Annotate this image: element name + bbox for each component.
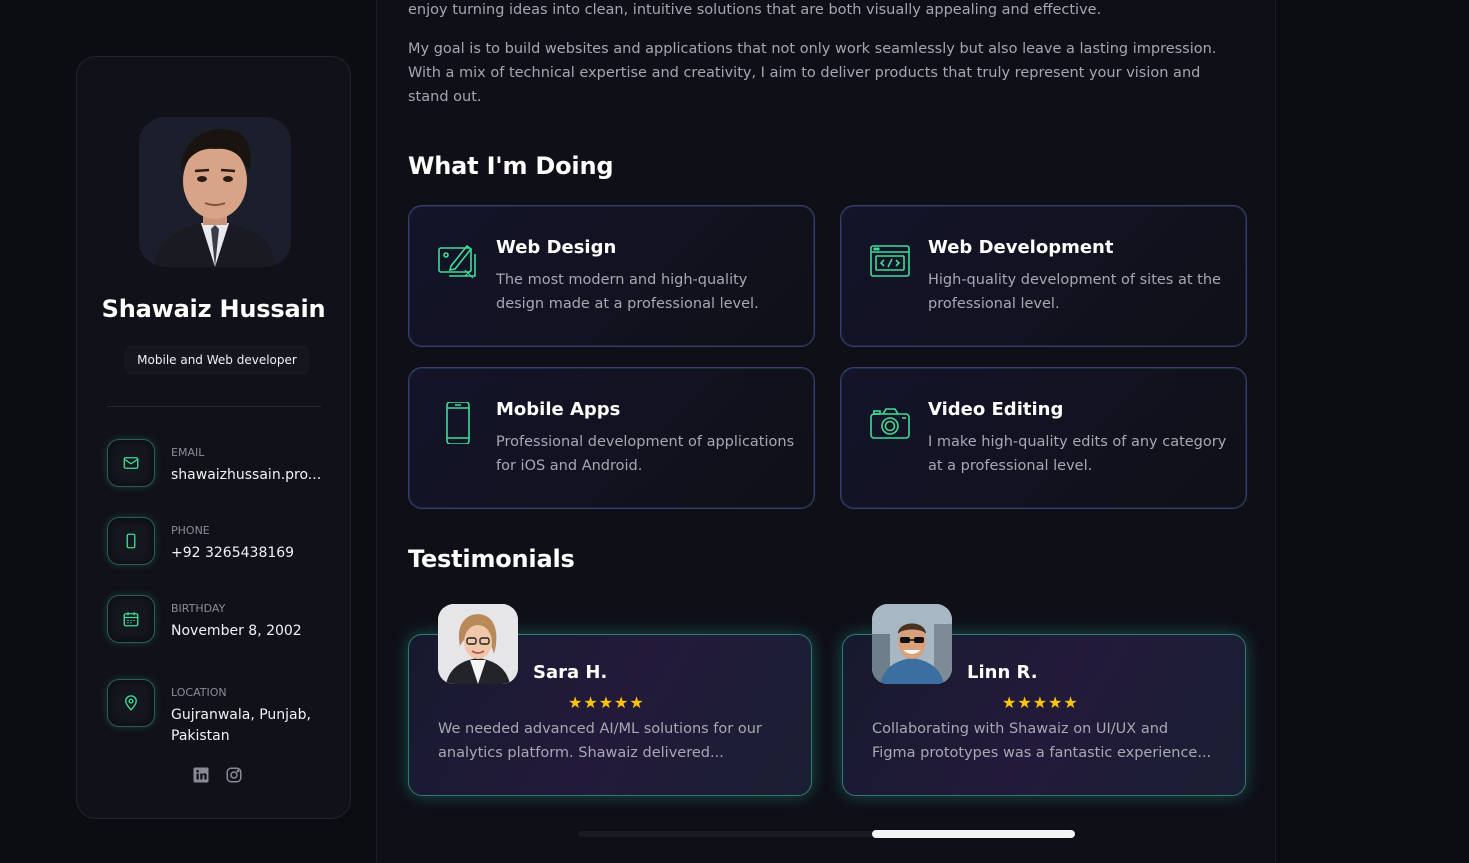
calendar-icon <box>107 595 155 643</box>
social-links <box>192 766 243 788</box>
linkedin-icon[interactable] <box>192 766 210 788</box>
testimonial-name: Sara H. <box>533 662 608 683</box>
profile-name: Shawaiz Hussain <box>101 295 326 323</box>
email-link[interactable]: shawaizhussain.pro... <box>171 465 331 486</box>
testimonial-scrollbar-thumb[interactable] <box>872 830 1075 838</box>
contact-label: LOCATION <box>171 686 227 699</box>
phone-icon <box>107 517 155 565</box>
avatar-portrait <box>139 117 291 267</box>
services-title: What I'm Doing <box>408 152 614 180</box>
testimonial-text: Collaborating with Shawaiz on UI/UX and … <box>872 717 1222 765</box>
mail-icon <box>107 439 155 487</box>
contact-label: EMAIL <box>171 446 205 459</box>
testimonial-avatar <box>872 604 952 684</box>
birthday-value: November 8, 2002 <box>171 623 302 639</box>
code-icon <box>870 245 910 277</box>
service-title: Video Editing <box>928 399 1064 420</box>
sidebar-divider <box>107 406 321 407</box>
star-rating-icon: ★★★★★ <box>568 693 645 712</box>
phone-link[interactable]: +92 3265438169 <box>171 543 331 564</box>
service-description: The most modern and high-quality design … <box>496 272 759 312</box>
service-description: High-quality development of sites at the… <box>928 272 1221 312</box>
testimonial-text-line: Figma prototypes was a fantastic experie… <box>872 745 1212 761</box>
design-icon <box>438 244 476 279</box>
testimonial-scrollbar-track[interactable] <box>578 831 874 837</box>
profile-role-badge: Mobile and Web developer <box>124 345 310 375</box>
testimonials-title: Testimonials <box>408 545 575 573</box>
service-description: I make high-quality edits of any categor… <box>928 434 1227 474</box>
service-description: Professional development of applications… <box>496 434 795 474</box>
location-value: Gujranwala, Punjab, Pakistan <box>171 707 311 744</box>
star-rating-icon: ★★★★★ <box>1002 693 1079 712</box>
testimonial-text-line: analytics platform. Shawaiz delivered... <box>438 745 724 761</box>
testimonial-card[interactable]: Linn R. ★★★★★ Collaborating with Shawaiz… <box>842 604 1246 796</box>
avatar <box>139 117 291 267</box>
contact-label: PHONE <box>171 524 210 537</box>
testimonial-avatar <box>438 604 518 684</box>
testimonial-card[interactable]: Sara H. ★★★★★ We needed advanced AI/ML s… <box>408 604 812 796</box>
instagram-icon[interactable] <box>225 766 243 788</box>
main-content: enjoy turning ideas into clean, intuitiv… <box>376 0 1276 863</box>
service-title: Mobile Apps <box>496 399 621 420</box>
camera-icon <box>870 408 910 439</box>
testimonial-text-line: Collaborating with Shawaiz on UI/UX and <box>872 721 1169 737</box>
about-text-continued: enjoy turning ideas into clean, intuitiv… <box>408 2 1102 18</box>
service-title: Web Development <box>928 237 1114 258</box>
service-card-video-editing: Video Editing I make high-quality edits … <box>840 367 1247 509</box>
service-card-mobile-apps: Mobile Apps Professional development of … <box>408 367 815 509</box>
mobile-icon <box>446 402 470 444</box>
testimonial-text: We needed advanced AI/ML solutions for o… <box>438 717 788 765</box>
contact-label: BIRTHDAY <box>171 602 226 615</box>
service-card-web-development: Web Development High-quality development… <box>840 205 1247 347</box>
about-text-goal: My goal is to build websites and applica… <box>408 41 1217 105</box>
profile-sidebar: Shawaiz Hussain Mobile and Web developer… <box>76 56 351 819</box>
location-pin-icon <box>107 679 155 727</box>
testimonial-name: Linn R. <box>967 662 1038 683</box>
testimonial-text-line: We needed advanced AI/ML solutions for o… <box>438 721 762 737</box>
service-title: Web Design <box>496 237 617 258</box>
service-card-web-design: Web Design The most modern and high-qual… <box>408 205 815 347</box>
